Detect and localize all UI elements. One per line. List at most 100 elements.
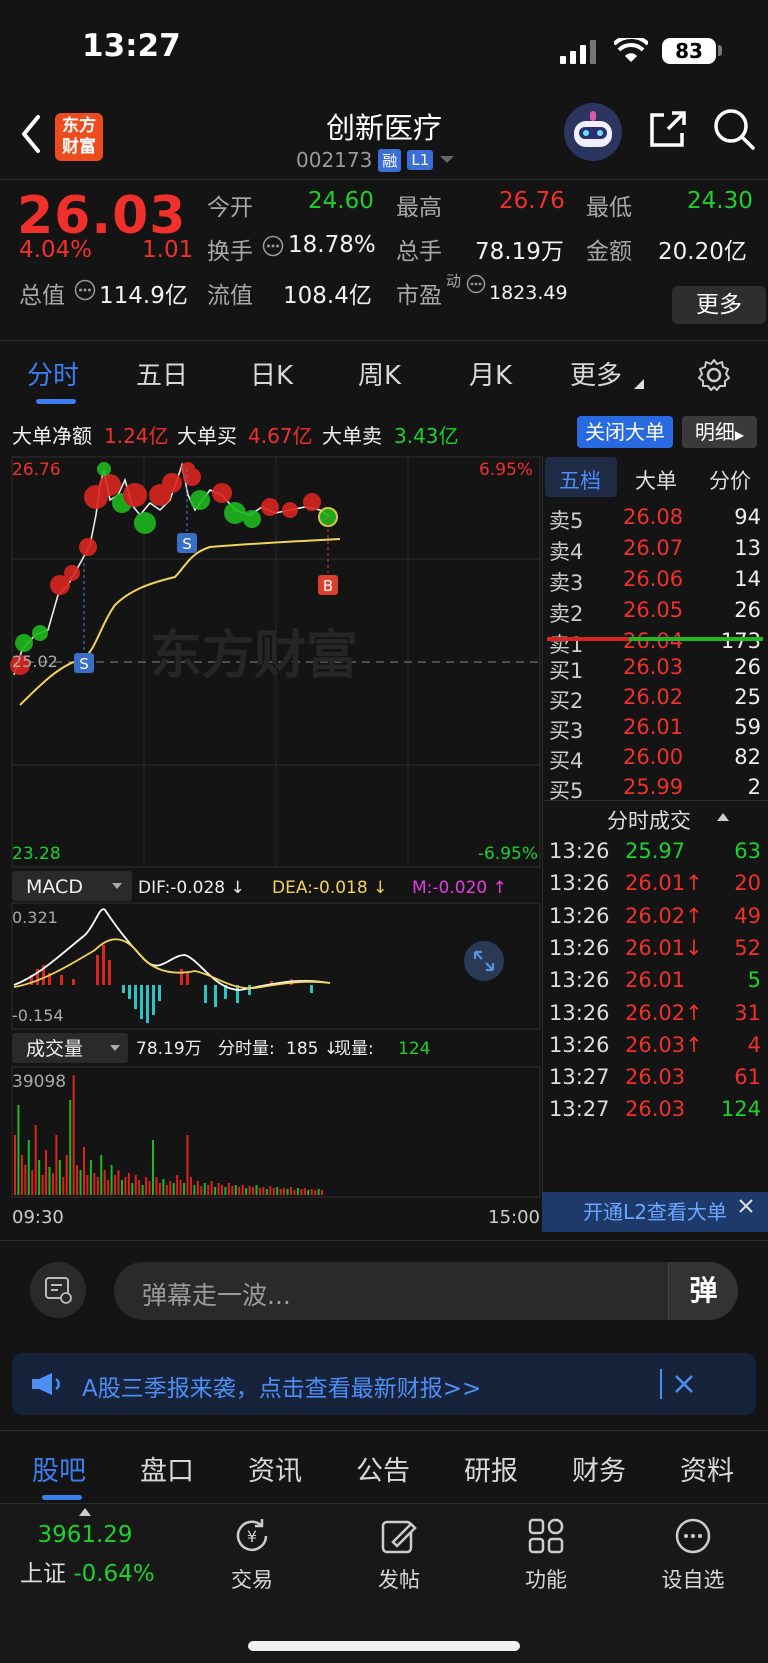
volume-bar: [89, 1160, 92, 1195]
tab-news[interactable]: 资讯: [248, 1449, 302, 1488]
bid-row[interactable]: 买1 26.03 26: [543, 651, 765, 683]
volume-bar: [127, 1173, 130, 1195]
tab-intraday[interactable]: 分时: [27, 355, 79, 392]
ask-row[interactable]: 卖2 26.05 26: [543, 594, 765, 626]
bid-qty: 26: [734, 655, 761, 679]
danmaku-settings-button[interactable]: [30, 1262, 86, 1318]
bid-row[interactable]: 买3 26.01 59: [543, 711, 765, 743]
bid-qty: 59: [734, 715, 761, 739]
bid-qty: 82: [734, 745, 761, 769]
current-volume-value: 124: [398, 1039, 430, 1059]
tab-more[interactable]: 更多: [570, 355, 622, 392]
stock-code-row[interactable]: 002173 融 L1: [296, 147, 455, 173]
settings-gear-icon[interactable]: [696, 357, 732, 393]
tab-big-order[interactable]: 大单: [635, 465, 677, 495]
l2-upgrade-bar[interactable]: 开通L2查看大单: [542, 1192, 768, 1232]
index-widget[interactable]: 3961.29 上证 -0.64%: [20, 1508, 155, 1588]
tab-monthly-k[interactable]: 月K: [469, 355, 512, 392]
trade-qty: 5: [747, 968, 761, 993]
bid-row[interactable]: 买4 26.00 82: [543, 741, 765, 773]
close-icon[interactable]: [738, 1198, 754, 1214]
info-dots-icon[interactable]: [466, 274, 486, 294]
detail-button[interactable]: 明细▶: [682, 416, 757, 448]
nav-functions-label: 功能: [525, 1568, 567, 1592]
volume-bar: [203, 1183, 206, 1195]
ask-row[interactable]: 卖4 26.07 13: [543, 532, 765, 564]
info-dots-icon[interactable]: [262, 235, 284, 257]
ask-qty: 13: [734, 536, 761, 560]
trade-qty: 124: [720, 1097, 761, 1122]
nav-trade[interactable]: ¥ 交易: [202, 1516, 302, 1594]
detail-label: 明细: [694, 420, 735, 444]
ask-price: 26.04: [623, 629, 684, 653]
nav-post-label: 发帖: [378, 1568, 420, 1592]
volume-bar: [45, 1150, 48, 1195]
close-big-order-button[interactable]: 关闭大单: [577, 416, 673, 448]
nav-functions[interactable]: 功能: [496, 1516, 596, 1594]
active-tab-indicator: [42, 1495, 82, 1500]
more-quote-button[interactable]: 更多: [672, 286, 766, 324]
tab-announcements[interactable]: 公告: [356, 1449, 410, 1488]
megaphone-icon: [32, 1373, 60, 1395]
market-cap-value: 114.9亿: [99, 283, 188, 309]
tab-financials[interactable]: 财务: [572, 1449, 626, 1488]
nav-post[interactable]: 发帖: [349, 1516, 449, 1594]
volume-bar: [93, 1173, 96, 1195]
big-order-net-value: 1.24亿: [104, 424, 169, 448]
volume-bar: [307, 1190, 310, 1195]
expand-chart-icon[interactable]: [464, 941, 504, 981]
search-icon[interactable]: [712, 107, 756, 151]
tab-five-level[interactable]: 五档: [559, 465, 601, 495]
caret-up-icon: [717, 813, 729, 821]
trade-time: 13:26: [549, 1032, 610, 1057]
intraday-chart[interactable]: 东方财富 S S B 26.76 6.95% 25.02 23.28 -6.95…: [0, 455, 542, 1240]
tab-market-depth[interactable]: 盘口: [140, 1449, 194, 1488]
tab-weekly-k[interactable]: 周K: [358, 355, 401, 392]
bid-row[interactable]: 买2 26.02 25: [543, 681, 765, 713]
tab-forum[interactable]: 股吧: [32, 1449, 86, 1488]
bid-row[interactable]: 买5 25.99 2: [543, 771, 765, 803]
tab-profile[interactable]: 资料: [680, 1449, 734, 1488]
tab-five-day[interactable]: 五日: [136, 355, 188, 392]
trade-price: 26.02↑: [625, 903, 703, 928]
tab-price-distribution[interactable]: 分价: [709, 465, 751, 495]
earnings-banner[interactable]: A股三季报来袭，点击查看最新财报>>: [12, 1353, 756, 1415]
tab-research[interactable]: 研报: [464, 1449, 518, 1488]
nav-watchlist[interactable]: 设自选: [643, 1516, 743, 1594]
info-dots-icon[interactable]: [74, 279, 96, 301]
trade-icon: ¥: [236, 1519, 268, 1552]
low-label: 最低: [586, 195, 632, 221]
danmaku-send-button[interactable]: 弹: [668, 1262, 738, 1320]
high-label: 最高: [396, 195, 442, 221]
home-indicator: [248, 1641, 520, 1651]
close-icon[interactable]: [674, 1374, 694, 1394]
big-order-buy-value: 4.67亿: [248, 424, 313, 448]
volume-bar: [172, 1183, 175, 1195]
svg-text:S: S: [79, 655, 89, 673]
volume-bar: [269, 1186, 272, 1195]
share-icon[interactable]: [646, 109, 688, 151]
trade-price: 26.01↓: [625, 935, 703, 960]
float-cap-label: 流值: [207, 283, 253, 309]
volume-bar: [100, 1155, 103, 1195]
volume-bar: [148, 1181, 151, 1195]
volume-bar: [279, 1189, 282, 1195]
trade-row: 13:26 26.02↑ 31: [543, 997, 765, 1029]
ask-row[interactable]: 卖5 26.08 94: [543, 501, 765, 533]
tab-daily-k[interactable]: 日K: [250, 355, 293, 392]
divider: [543, 800, 768, 801]
volume-bar: [158, 1183, 161, 1195]
stock-header: 东方财富 创新医疗 002173 融 L1: [0, 95, 768, 180]
volume-bar: [62, 1177, 65, 1195]
chevron-down-icon: [440, 156, 455, 163]
volume-bar: [83, 1147, 85, 1195]
ask-row[interactable]: 卖3 26.06 14: [543, 563, 765, 595]
robot-assistant-icon[interactable]: [562, 101, 624, 163]
volume-label: 成交量: [26, 1038, 83, 1060]
trades-title[interactable]: 分时成交: [607, 805, 691, 835]
volume-bar: [272, 1188, 275, 1195]
volume-bar: [79, 1170, 82, 1195]
index-value: 3961.29: [37, 1522, 133, 1548]
volume-bar: [17, 1105, 20, 1195]
ask-level-label: 卖5: [549, 509, 584, 533]
